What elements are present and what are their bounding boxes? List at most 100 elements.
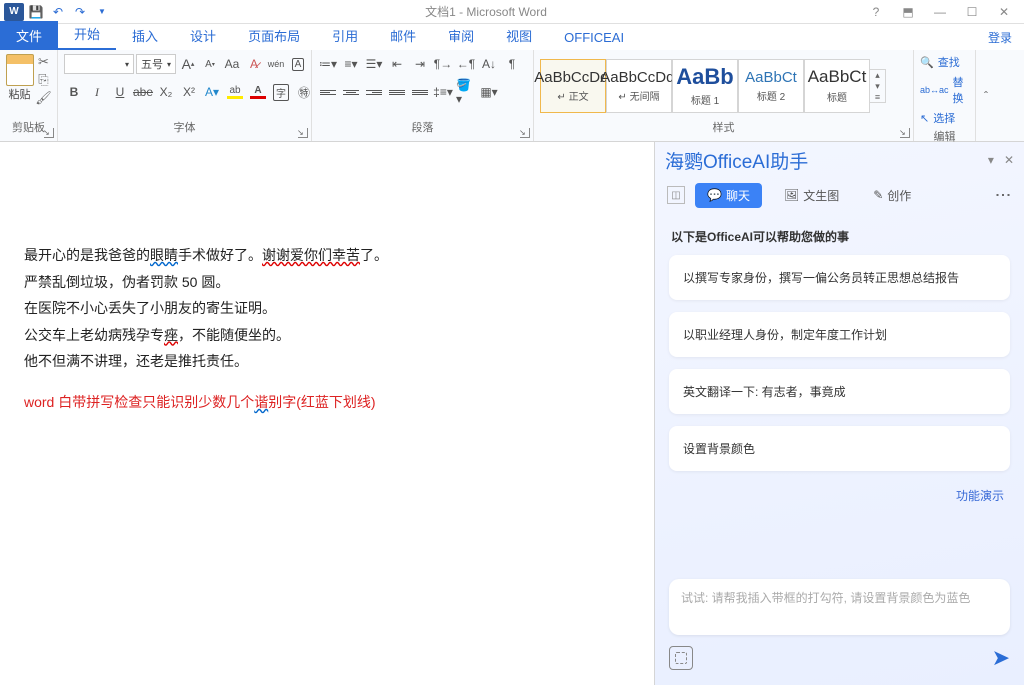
align-center-icon[interactable]: [341, 82, 361, 102]
pin-icon[interactable]: ▾: [988, 153, 994, 167]
search-icon: 🔍: [920, 56, 934, 69]
subscript-button[interactable]: X₂: [156, 82, 176, 102]
clipboard-launcher-icon[interactable]: [44, 128, 54, 138]
numbering-icon[interactable]: ≡▾: [341, 54, 361, 74]
show-marks-icon[interactable]: ¶: [502, 54, 522, 74]
style-heading1[interactable]: AaBb标题 1: [672, 59, 738, 113]
workspace: 最开心的是我爸爸的眼睛手术做好了。谢谢爱你们幸苦了。 严禁乱倒垃圾，伪者罚款 5…: [0, 142, 1024, 685]
send-icon[interactable]: ➤: [992, 645, 1010, 671]
highlight-button[interactable]: ab: [225, 82, 245, 102]
kebab-icon[interactable]: ⋮: [993, 187, 1012, 203]
sign-in-link[interactable]: 登录: [976, 25, 1024, 50]
doc-line[interactable]: 他不但满不讲理，还老是推托责任。: [24, 348, 560, 375]
grow-font-icon[interactable]: A▴: [178, 54, 198, 74]
bullets-icon[interactable]: ≔▾: [318, 54, 338, 74]
cut-icon[interactable]: ✂: [36, 54, 52, 70]
doc-line[interactable]: 严禁乱倒垃圾，伪者罚款 50 圆。: [24, 269, 560, 296]
tab-layout[interactable]: 页面布局: [232, 21, 316, 50]
replace-button[interactable]: ab↔ac替换: [920, 74, 969, 106]
shading-icon[interactable]: 🪣▾: [456, 82, 476, 102]
phonetic-guide-icon[interactable]: wén: [266, 54, 286, 74]
font-launcher-icon[interactable]: [298, 128, 308, 138]
indent-inc-icon[interactable]: ⇥: [410, 54, 430, 74]
indent-dec-icon[interactable]: ⇤: [387, 54, 407, 74]
suggestion-card[interactable]: 以职业经理人身份，制定年度工作计划: [669, 312, 1010, 357]
format-painter-icon[interactable]: 🖌: [36, 90, 52, 106]
tab-review[interactable]: 审阅: [432, 21, 490, 50]
style-nospacing[interactable]: AaBbCcDdl↵ 无间隔: [606, 59, 672, 113]
borders-icon[interactable]: ▦▾: [479, 82, 499, 102]
page[interactable]: 最开心的是我爸爸的眼睛手术做好了。谢谢爱你们幸苦了。 严禁乱倒垃圾，伪者罚款 5…: [0, 152, 580, 436]
tab-insert[interactable]: 插入: [116, 21, 174, 50]
select-button[interactable]: ↖选择: [920, 110, 955, 126]
replace-icon: ab↔ac: [920, 85, 949, 95]
clear-format-icon[interactable]: A̷: [244, 54, 264, 74]
align-justify-icon[interactable]: [387, 82, 407, 102]
styles-launcher-icon[interactable]: [900, 128, 910, 138]
paste-button[interactable]: 粘贴: [6, 54, 34, 106]
ai-tab-image[interactable]: 🖼文生图: [772, 183, 851, 208]
panel-close-icon[interactable]: ✕: [1004, 153, 1014, 167]
styles-more[interactable]: ▴▾≡: [870, 69, 886, 103]
help-icon[interactable]: ?: [864, 5, 888, 19]
tab-home[interactable]: 开始: [58, 19, 116, 50]
maximize-icon[interactable]: ☐: [960, 5, 984, 19]
font-color-button[interactable]: A: [248, 82, 268, 102]
suggestion-card[interactable]: 设置背景颜色: [669, 426, 1010, 471]
enclose-char-icon[interactable]: ㊕: [294, 82, 314, 102]
italic-button[interactable]: I: [87, 82, 107, 102]
font-size-combo[interactable]: 五号▾: [136, 54, 176, 74]
align-distribute-icon[interactable]: [410, 82, 430, 102]
doc-line[interactable]: [24, 375, 560, 389]
align-right-icon[interactable]: [364, 82, 384, 102]
doc-line[interactable]: 在医院不小心丢失了小朋友的寄生证明。: [24, 295, 560, 322]
sort-icon[interactable]: A↓: [479, 54, 499, 74]
scan-icon[interactable]: [669, 646, 693, 670]
doc-line[interactable]: 公交车上老幼病残孕专痤，不能随便坐的。: [24, 322, 560, 349]
minimize-icon[interactable]: —: [928, 5, 952, 19]
ltr-icon[interactable]: ¶→: [433, 54, 453, 74]
ai-tab-create[interactable]: ✎创作: [861, 183, 923, 208]
close-icon[interactable]: ✕: [992, 5, 1016, 19]
shrink-font-icon[interactable]: A▾: [200, 54, 220, 74]
tab-file[interactable]: 文件: [0, 21, 58, 50]
suggestion-card[interactable]: 英文翻译一下: 有志者，事竟成: [669, 369, 1010, 414]
multilevel-icon[interactable]: ☰▾: [364, 54, 384, 74]
tab-mailings[interactable]: 邮件: [374, 21, 432, 50]
text-effects-icon[interactable]: A▾: [202, 82, 222, 102]
ribbon-options-icon[interactable]: ⬒: [896, 5, 920, 19]
tab-references[interactable]: 引用: [316, 21, 374, 50]
find-button[interactable]: 🔍查找: [920, 54, 960, 70]
group-font: ▾ 五号▾ A▴ A▾ Aa A̷ wén A B I U abe X₂ X² …: [58, 50, 312, 141]
document-area[interactable]: 最开心的是我爸爸的眼睛手术做好了。谢谢爱你们幸苦了。 严禁乱倒垃圾，伪者罚款 5…: [0, 142, 654, 685]
copy-icon[interactable]: ⎘: [36, 72, 52, 88]
save-icon[interactable]: 💾: [26, 2, 46, 22]
font-name-combo[interactable]: ▾: [64, 54, 134, 74]
cube-icon[interactable]: ◫: [667, 186, 685, 204]
bold-button[interactable]: B: [64, 82, 84, 102]
align-left-icon[interactable]: [318, 82, 338, 102]
change-case-icon[interactable]: Aa: [222, 54, 242, 74]
line-spacing-icon[interactable]: ‡≡▾: [433, 82, 453, 102]
tab-design[interactable]: 设计: [174, 21, 232, 50]
tab-view[interactable]: 视图: [490, 21, 548, 50]
collapse-ribbon-icon[interactable]: ˆ: [976, 50, 996, 141]
tab-officeai[interactable]: OFFICEAI: [548, 25, 640, 50]
rtl-icon[interactable]: ←¶: [456, 54, 476, 74]
prompt-input[interactable]: 试试: 请帮我插入带框的打勾符, 请设置背景颜色为蓝色: [669, 579, 1010, 635]
char-border-icon[interactable]: A: [288, 54, 308, 74]
style-title[interactable]: AaBbCt标题: [804, 59, 870, 113]
superscript-button[interactable]: X²: [179, 82, 199, 102]
suggestion-card[interactable]: 以撰写专家身份，撰写一偏公务员转正思想总结报告: [669, 255, 1010, 300]
para-launcher-icon[interactable]: [520, 128, 530, 138]
char-shading-icon[interactable]: 字: [271, 82, 291, 102]
style-heading2[interactable]: AaBbCt标题 2: [738, 59, 804, 113]
window-controls: ? ⬒ — ☐ ✕: [856, 5, 1024, 19]
ai-tab-chat[interactable]: 💬聊天: [695, 183, 762, 208]
doc-line[interactable]: 最开心的是我爸爸的眼睛手术做好了。谢谢爱你们幸苦了。: [24, 242, 560, 269]
strike-button[interactable]: abe: [133, 82, 153, 102]
underline-button[interactable]: U: [110, 82, 130, 102]
style-normal[interactable]: AaBbCcDdl↵ 正文: [540, 59, 606, 113]
doc-line-red[interactable]: word 白带拼写检查只能识别少数几个谐别字(红蓝下划线): [24, 389, 560, 416]
demo-link[interactable]: 功能演示: [669, 483, 1010, 508]
